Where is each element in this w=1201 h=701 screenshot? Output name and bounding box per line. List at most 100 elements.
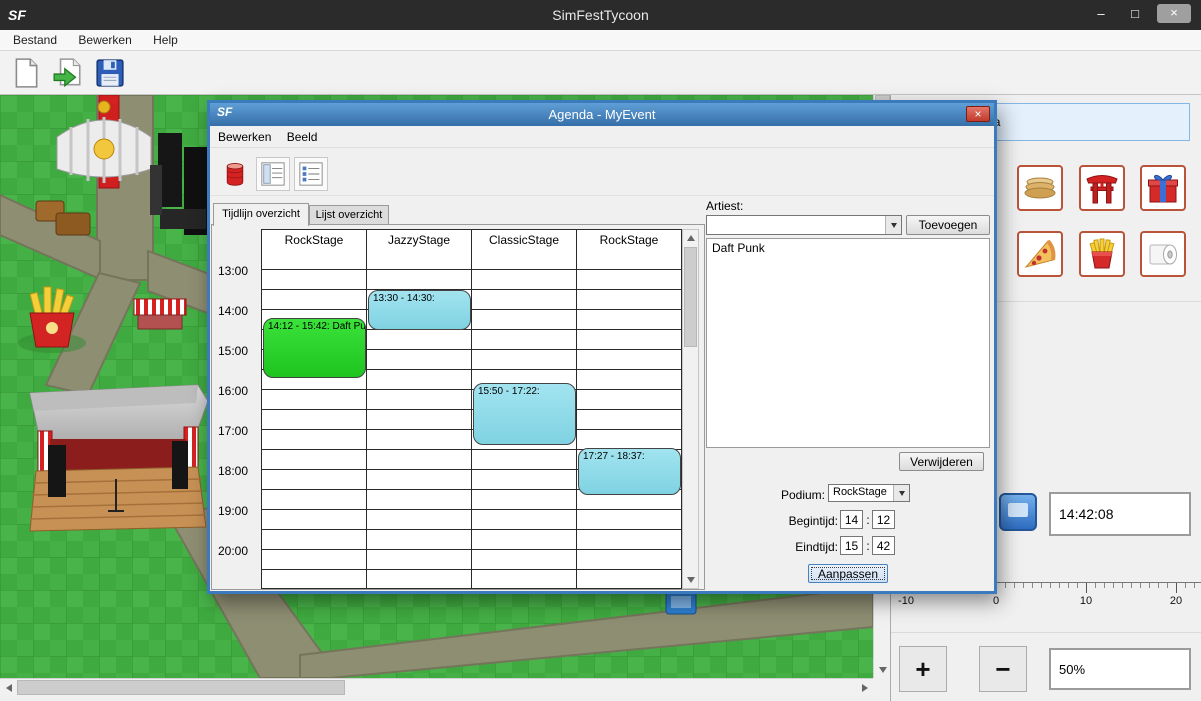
- maximize-button[interactable]: □: [1123, 6, 1147, 21]
- zoom-value-input[interactable]: [1049, 648, 1191, 690]
- hscroll-thumb[interactable]: [17, 680, 345, 695]
- time-row-label: 14:00: [218, 304, 258, 318]
- dialog-menu-bar: Bewerken Beeld: [210, 126, 994, 148]
- end-minute-field[interactable]: [872, 536, 895, 555]
- remove-artist-button[interactable]: Verwijderen: [899, 452, 984, 471]
- scroll-left-button[interactable]: [0, 679, 17, 696]
- window-title: SimFestTycoon: [0, 0, 1201, 30]
- ruler-label: 0: [976, 595, 1016, 607]
- schedule-event[interactable]: 15:50 - 17:22:: [473, 383, 576, 445]
- main-stage[interactable]: [30, 385, 208, 531]
- shop-item-gift[interactable]: [1140, 165, 1186, 211]
- window-controls: – □ ×: [1089, 0, 1191, 26]
- map-horizontal-scrollbar[interactable]: [0, 678, 873, 696]
- schedule-scroll-up-button[interactable]: [683, 230, 698, 246]
- shop-item-toilet-paper[interactable]: [1140, 231, 1186, 277]
- chevron-down-icon: [885, 216, 901, 234]
- column-header: ClassicStage: [472, 230, 577, 250]
- scroll-down-button[interactable]: [874, 661, 891, 678]
- dialog-toolbar: [210, 148, 994, 196]
- time-row-label: 13:00: [218, 264, 258, 278]
- schedule-scrollbar[interactable]: [682, 229, 699, 589]
- arrow-down-icon: [879, 667, 887, 673]
- time-row-label: 18:00: [218, 464, 258, 478]
- trash-can-icon: [222, 161, 248, 187]
- shop-item-sandwich[interactable]: [1017, 165, 1063, 211]
- minimize-button[interactable]: –: [1089, 6, 1113, 21]
- striped-stand[interactable]: [134, 299, 186, 329]
- timeline-panel: 13:00 14:00 15:00 16:00 17:00 18:00 19:0…: [211, 224, 705, 590]
- map-screen-glass: [671, 596, 691, 608]
- shop-item-torii-gate[interactable]: [1079, 165, 1125, 211]
- event-label: 14:12 - 15:42: Daft Punk: [268, 321, 366, 332]
- artist-label: Artiest:: [706, 199, 743, 213]
- end-hour-field[interactable]: [840, 536, 863, 555]
- torii-gate-icon: [1084, 170, 1120, 206]
- zoom-level-field: [1049, 648, 1191, 690]
- artist-combo[interactable]: [706, 215, 902, 235]
- artist-list-item[interactable]: Daft Punk: [707, 239, 989, 257]
- tab-lijst-overzicht[interactable]: Lijst overzicht: [309, 205, 389, 226]
- menu-bewerken[interactable]: Bewerken: [69, 30, 140, 50]
- clock-value-field[interactable]: [1049, 492, 1191, 536]
- dialog-close-button[interactable]: ×: [966, 106, 990, 122]
- start-minute-field[interactable]: [872, 510, 895, 529]
- timeline-view-button[interactable]: [256, 157, 290, 191]
- schedule-event-daft-punk[interactable]: 14:12 - 15:42: Daft Punk: [263, 318, 366, 378]
- clock-icon-glass: [1008, 503, 1028, 517]
- scroll-right-button[interactable]: [856, 679, 873, 696]
- zoom-in-button[interactable]: +: [899, 646, 947, 692]
- title-bar[interactable]: SF SimFestTycoon – □ ×: [0, 0, 1201, 30]
- time-row-label: 19:00: [218, 504, 258, 518]
- arrow-left-icon: [6, 684, 12, 692]
- podium-combo[interactable]: RockStage: [828, 484, 910, 502]
- list-view-button[interactable]: [294, 157, 328, 191]
- dialog-menu-beeld[interactable]: Beeld: [285, 126, 328, 144]
- clock-display: [1049, 492, 1191, 536]
- arrow-down-icon: [687, 577, 695, 583]
- schedule-event[interactable]: 13:30 - 14:30:: [368, 290, 471, 330]
- event-label: 15:50 - 17:22:: [478, 386, 540, 397]
- dialog-title-bar[interactable]: SF Agenda - MyEvent ×: [210, 103, 994, 126]
- delete-button[interactable]: [218, 157, 252, 191]
- save-file-button[interactable]: [92, 55, 128, 91]
- zoom-out-button[interactable]: −: [979, 646, 1027, 692]
- column-header: RockStage: [262, 230, 367, 250]
- save-file-icon: [94, 57, 126, 89]
- artist-combo-value: [711, 216, 883, 234]
- menu-help[interactable]: Help: [144, 30, 187, 50]
- shop-item-pizza[interactable]: [1017, 231, 1063, 277]
- tab-tijdlijn-overzicht[interactable]: Tijdlijn overzicht: [213, 203, 309, 226]
- podium-combo-value: RockStage: [833, 485, 891, 501]
- fries-icon: [1084, 236, 1120, 272]
- ruler-label: -10: [886, 595, 926, 607]
- event-label: 17:27 - 18:37:: [583, 451, 645, 462]
- shop-item-fries[interactable]: [1079, 231, 1125, 277]
- artist-list[interactable]: Daft Punk: [706, 238, 990, 448]
- add-artist-button[interactable]: Toevoegen: [906, 215, 990, 235]
- clock-icon[interactable]: [999, 493, 1037, 531]
- toilet-paper-icon: [1145, 236, 1181, 272]
- pizza-icon: [1022, 236, 1058, 272]
- end-time-label: Eindtijd:: [730, 540, 838, 554]
- start-hour-field[interactable]: [840, 510, 863, 529]
- schedule-scroll-thumb[interactable]: [684, 247, 697, 347]
- sandwich-icon: [1022, 170, 1058, 206]
- open-file-icon: [52, 57, 84, 89]
- schedule-event[interactable]: 17:27 - 18:37:: [578, 448, 681, 495]
- time-separator: :: [864, 513, 872, 527]
- menu-bestand[interactable]: Bestand: [4, 30, 66, 50]
- close-button[interactable]: ×: [1157, 4, 1191, 23]
- time-row-label: 16:00: [218, 384, 258, 398]
- ruler-label: 10: [1066, 595, 1106, 607]
- agenda-dialog: SF Agenda - MyEvent × Bewerken Beeld Tij…: [210, 103, 994, 591]
- application-window: SF SimFestTycoon – □ × Bestand Bewerken …: [0, 0, 1201, 701]
- new-file-button[interactable]: [8, 55, 44, 91]
- open-file-button[interactable]: [50, 55, 86, 91]
- schedule-scroll-down-button[interactable]: [683, 572, 698, 588]
- apply-button[interactable]: Aanpassen: [808, 564, 888, 583]
- schedule-grid[interactable]: 14:12 - 15:42: Daft Punk 13:30 - 14:30: …: [261, 250, 682, 589]
- schedule-header: RockStage JazzyStage ClassicStage RockSt…: [261, 229, 682, 251]
- column-header: JazzyStage: [367, 230, 472, 250]
- dialog-menu-bewerken[interactable]: Bewerken: [216, 126, 281, 144]
